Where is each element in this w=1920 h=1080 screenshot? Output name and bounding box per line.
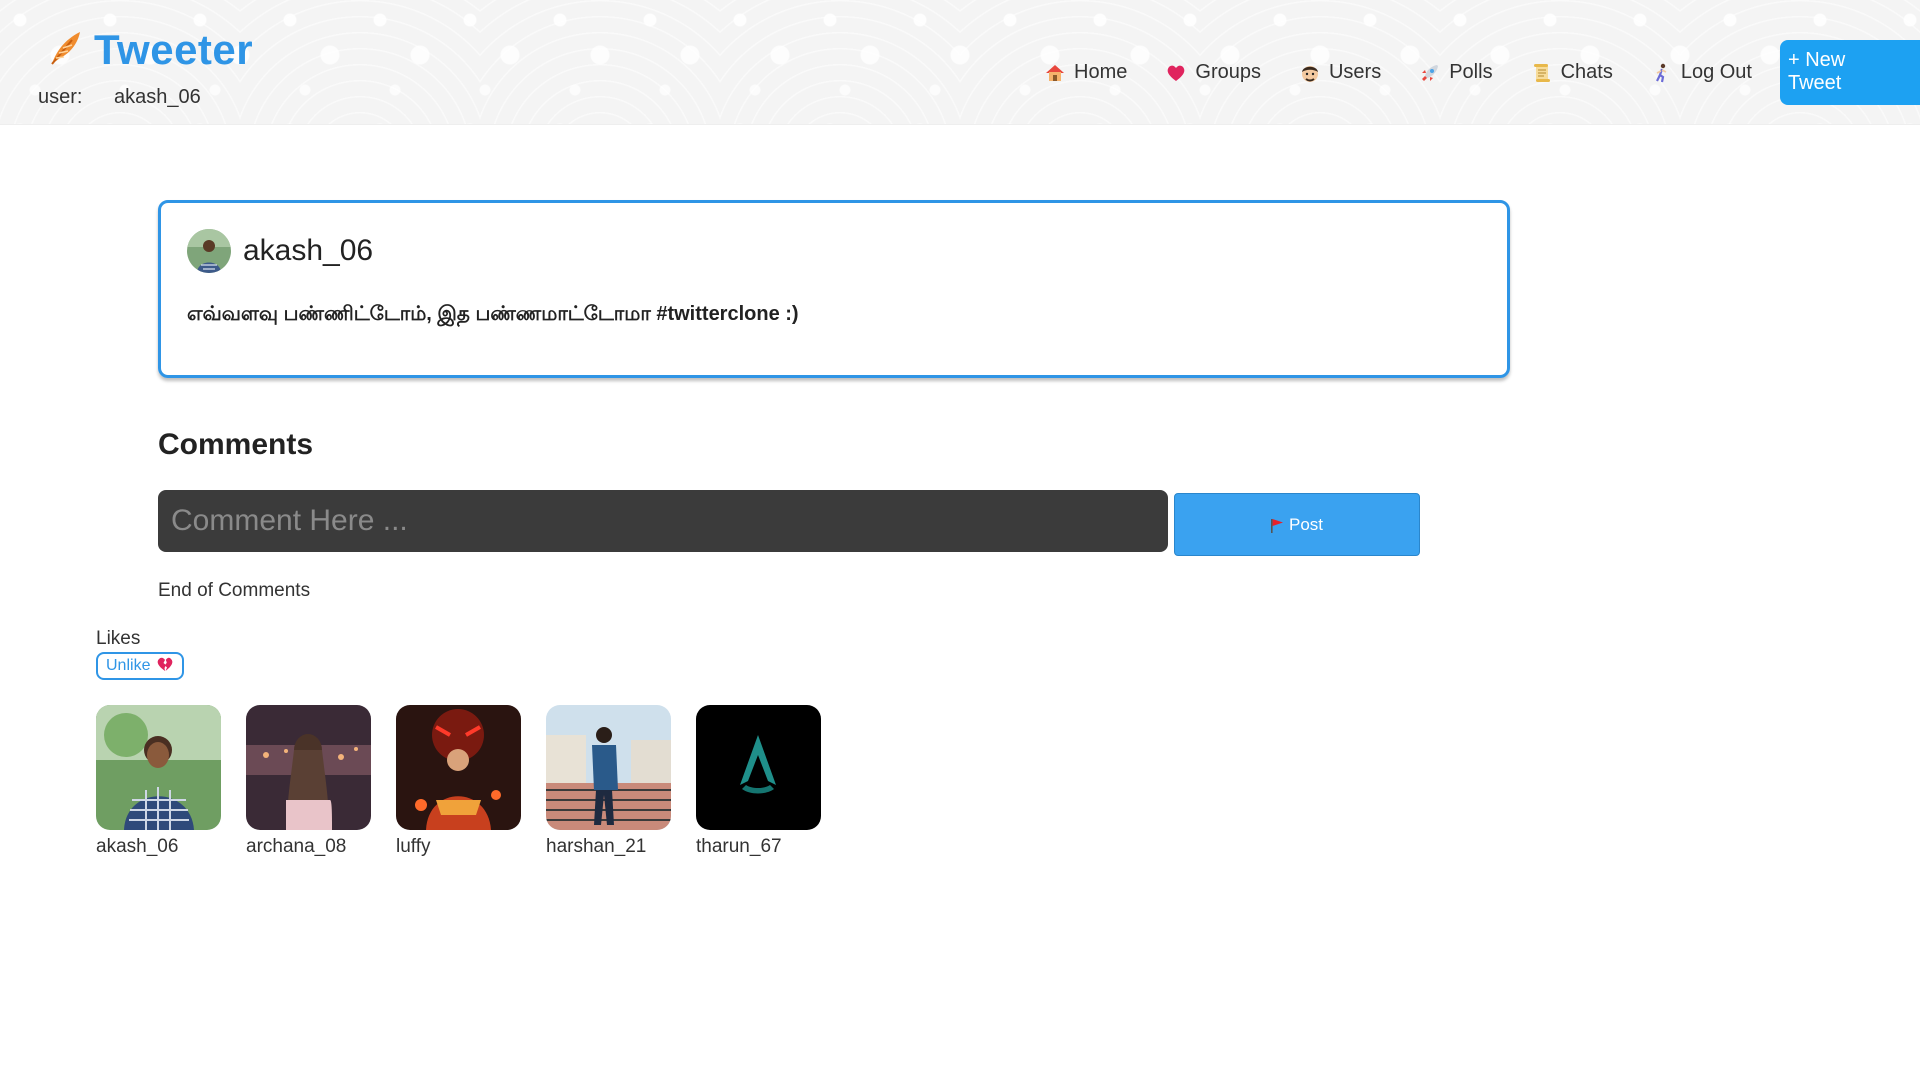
liker-avatar[interactable]: [96, 705, 221, 830]
avatar[interactable]: [187, 229, 231, 273]
liker-name[interactable]: tharun_67: [696, 836, 821, 858]
nav-users-label: Users: [1328, 61, 1382, 83]
username: akash_06: [114, 86, 201, 108]
liker-avatar[interactable]: [246, 705, 371, 830]
nav-groups-label: Groups: [1195, 61, 1261, 83]
app-name: Tweeter: [94, 26, 254, 73]
liker-name[interactable]: archana_08: [246, 836, 371, 858]
nav-chats-label: Chats: [1560, 61, 1613, 83]
scroll-icon: [1531, 62, 1553, 84]
current-user: user: akash_06: [38, 86, 201, 109]
nav-logout[interactable]: Log Out: [1651, 61, 1752, 84]
heart-icon: [1165, 62, 1187, 84]
tweet-header: akash_06: [187, 229, 373, 273]
liker-name[interactable]: akash_06: [96, 836, 221, 858]
nav-home[interactable]: Home: [1044, 61, 1127, 84]
comments-heading: Comments: [158, 428, 314, 461]
comment-input[interactable]: [158, 490, 1168, 552]
user-label: user:: [38, 86, 83, 108]
house-icon: [1044, 62, 1066, 84]
liker-item[interactable]: akash_06: [96, 705, 221, 858]
liker-item[interactable]: harshan_21: [546, 705, 671, 858]
nav-users[interactable]: Users: [1299, 61, 1381, 84]
nav-groups[interactable]: Groups: [1165, 61, 1261, 84]
liker-item[interactable]: luffy: [396, 705, 521, 858]
post-button-label: Post: [1288, 514, 1324, 534]
liker-item[interactable]: archana_08: [246, 705, 371, 858]
liker-name[interactable]: harshan_21: [546, 836, 671, 858]
liker-avatar[interactable]: [696, 705, 821, 830]
liker-name[interactable]: luffy: [396, 836, 521, 858]
feather-icon: [46, 28, 86, 73]
header-bar: Tweeter user: akash_06 Home Groups Users: [0, 0, 1920, 125]
liker-item[interactable]: tharun_67: [696, 705, 821, 858]
nav-logout-label: Log Out: [1680, 61, 1752, 83]
liker-avatar[interactable]: [396, 705, 521, 830]
new-tweet-button[interactable]: + New Tweet: [1780, 40, 1920, 105]
rocket-icon: [1419, 62, 1441, 84]
nav-polls-label: Polls: [1449, 61, 1493, 83]
nav-polls[interactable]: Polls: [1419, 61, 1493, 84]
end-of-comments: End of Comments: [158, 580, 311, 601]
post-comment-button[interactable]: Post: [1174, 493, 1420, 556]
tweet-author[interactable]: akash_06: [243, 234, 373, 268]
nav-home-label: Home: [1074, 61, 1128, 83]
liker-avatar[interactable]: [546, 705, 671, 830]
nav-chats[interactable]: Chats: [1531, 61, 1613, 84]
face-icon: [1299, 62, 1321, 84]
flag-icon: [1270, 518, 1283, 533]
logo[interactable]: Tweeter: [46, 26, 253, 74]
likes-heading: Likes: [96, 628, 141, 649]
tweet-text: எவ்வளவு பண்ணிட்டோம், இத பண்ணமாட்டோமா #tw…: [187, 303, 799, 325]
likers-list: akash_06 archana_08 luffy harshan_21 tha…: [96, 705, 846, 858]
broken-heart-icon: [150, 655, 174, 678]
running-person-icon: [1651, 62, 1673, 84]
tweet-card: akash_06 எவ்வளவு பண்ணிட்டோம், இத பண்ணமாட…: [158, 200, 1510, 378]
unlike-button[interactable]: Unlike: [96, 652, 185, 680]
unlike-button-label: Unlike: [106, 657, 151, 674]
top-nav: Home Groups Users Polls Chats Log Out + …: [1006, 40, 1920, 105]
